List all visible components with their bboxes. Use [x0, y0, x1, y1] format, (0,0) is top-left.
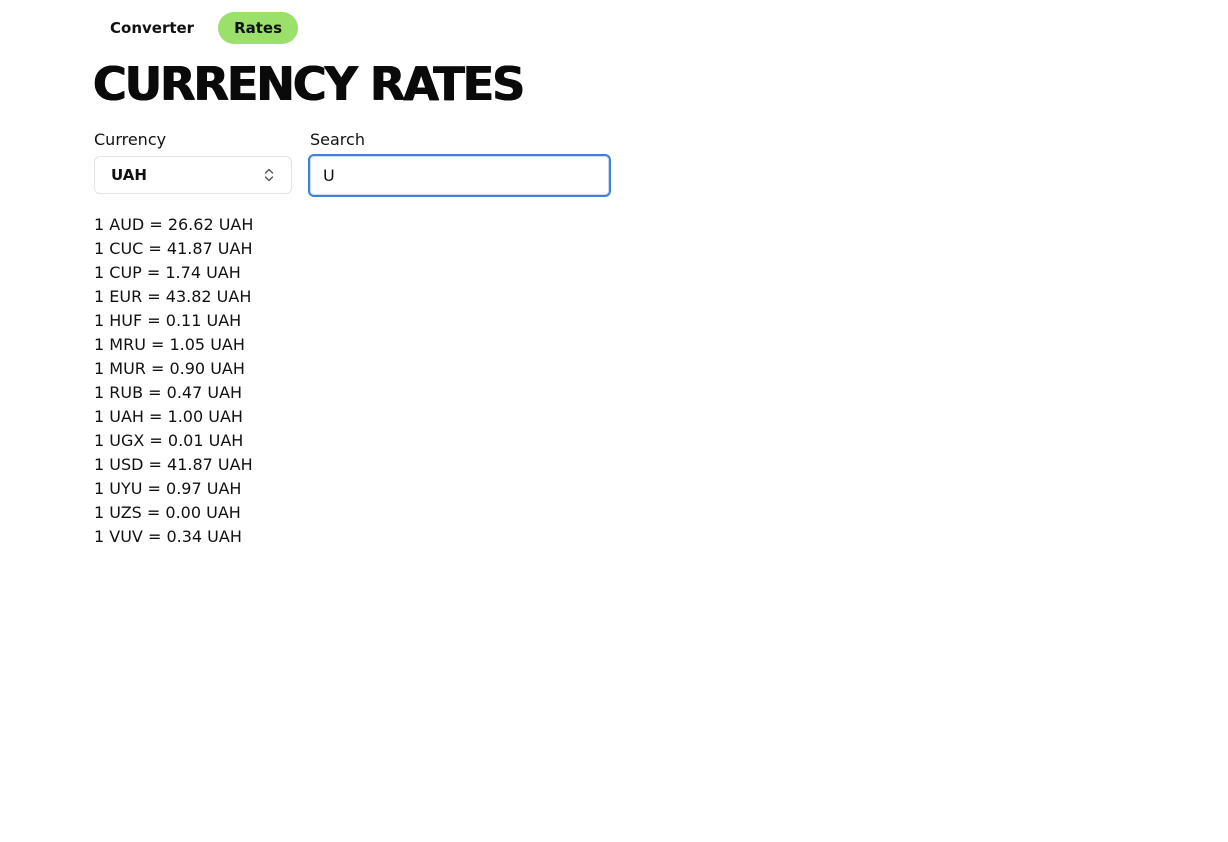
currency-select[interactable]: UAH — [94, 156, 292, 194]
rate-item: 1 UYU = 0.97 UAH — [94, 479, 242, 498]
rate-item: 1 MUR = 0.90 UAH — [94, 359, 245, 378]
rate-item: 1 CUP = 1.74 UAH — [94, 263, 241, 282]
rate-item: 1 AUD = 26.62 UAH — [94, 215, 254, 234]
rate-item: 1 UGX = 0.01 UAH — [94, 431, 244, 450]
rate-item: 1 VUV = 0.34 UAH — [94, 527, 242, 546]
rate-item: 1 USD = 41.87 UAH — [94, 455, 253, 474]
search-input[interactable] — [308, 154, 611, 197]
tab-rates[interactable]: Rates — [218, 12, 299, 44]
rate-item: 1 HUF = 0.11 UAH — [94, 311, 242, 330]
currency-label: Currency — [94, 130, 167, 149]
rate-item: 1 UZS = 0.00 UAH — [94, 503, 241, 522]
rate-item: 1 MRU = 1.05 UAH — [94, 335, 245, 354]
page-title: CURRENCY RATES — [93, 57, 525, 111]
currency-rates-page: Converter Rates CURRENCY RATES Currency … — [0, 0, 1228, 842]
rates-list: 1 AUD = 26.62 UAH 1 CUC = 41.87 UAH 1 CU… — [94, 213, 253, 549]
tab-converter[interactable]: Converter — [94, 12, 210, 44]
currency-select-value: UAH — [111, 166, 147, 184]
rate-item: 1 RUB = 0.47 UAH — [94, 383, 243, 402]
rate-item: 1 CUC = 41.87 UAH — [94, 239, 253, 258]
search-label: Search — [310, 130, 365, 149]
rate-item: 1 UAH = 1.00 UAH — [94, 407, 243, 426]
chevron-up-down-icon — [263, 166, 275, 184]
top-nav: Converter Rates — [94, 12, 299, 44]
rate-item: 1 EUR = 43.82 UAH — [94, 287, 252, 306]
